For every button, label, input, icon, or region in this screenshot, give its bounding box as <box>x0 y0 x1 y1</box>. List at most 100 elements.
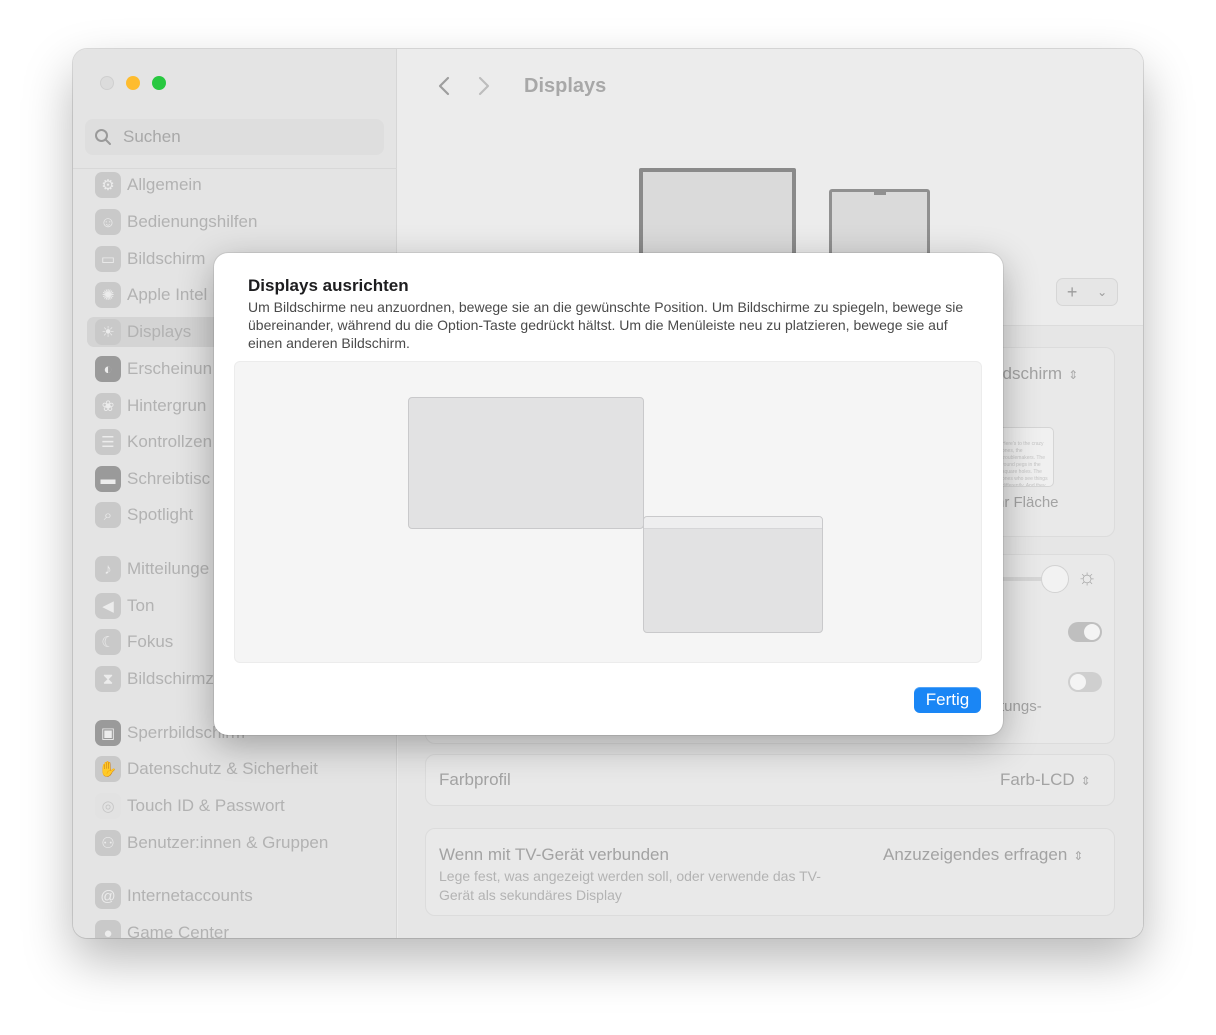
sidebar-item-spotlight[interactable]: ⌕ Spotlight <box>95 500 193 530</box>
accessibility-icon: ☺ <box>95 209 121 235</box>
sidebar-item-label: Datenschutz & Sicherheit <box>127 759 318 778</box>
chevron-right-icon <box>478 76 490 96</box>
lock-icon: ▣ <box>95 720 121 746</box>
sidebar-item-benutzer[interactable]: ⚇ Benutzer:innen & Gruppen <box>95 828 328 858</box>
sidebar-item-label: Kontrollzen <box>127 432 213 451</box>
speaker-icon: ◀ <box>95 593 121 619</box>
search-input[interactable]: Suchen <box>123 127 181 147</box>
sidebar-item-label: Touch ID & Passwort <box>127 796 285 815</box>
forward-button[interactable] <box>464 71 504 101</box>
control-center-icon: ☰ <box>95 429 121 455</box>
sidebar-item-datenschutz[interactable]: ✋ Datenschutz & Sicherheit <box>95 754 318 784</box>
sun-icon: ☼ <box>1077 564 1098 589</box>
minimize-button[interactable] <box>126 76 140 90</box>
sidebar-item-allgemein[interactable]: ⚙ Allgemein <box>95 170 202 200</box>
color-profile-select[interactable]: Farb-LCD ⇕ <box>1000 770 1091 790</box>
true-tone-toggle[interactable] <box>1068 672 1102 692</box>
sidebar-item-label: Erscheinun <box>127 359 213 378</box>
close-button[interactable] <box>100 76 114 90</box>
auto-brightness-toggle[interactable] <box>1068 622 1102 642</box>
gear-icon: ⚙ <box>95 172 121 198</box>
sidebar-item-label: Spotlight <box>127 505 194 524</box>
sidebar-item-label: Internetaccounts <box>127 886 253 905</box>
appearance-icon: ◐ <box>95 356 121 382</box>
toolbar: Displays <box>424 71 606 101</box>
sidebar-item-label: Bedienungshilfen <box>127 212 258 231</box>
search-icon <box>95 129 111 145</box>
sidebar-item-mitteilungen[interactable]: ♪ Mitteilunge <box>95 554 209 584</box>
sidebar-item-ton[interactable]: ◀ Ton <box>95 591 154 621</box>
moon-icon: ☾ <box>95 629 121 655</box>
sidebar-item-label: Benutzer:innen & Gruppen <box>127 833 329 852</box>
chevron-down-icon: ⌄ <box>1097 285 1108 299</box>
color-profile-label: Farbprofil <box>439 770 511 789</box>
sidebar-item-label: Apple Intel <box>127 285 208 304</box>
updown-icon: ⇕ <box>1080 773 1091 788</box>
hourglass-icon: ⧗ <box>95 666 121 692</box>
sidebar-item-label: Fokus <box>127 632 174 651</box>
updown-icon: ⇕ <box>1073 848 1084 863</box>
sidebar-item-label: Bildschirmz <box>127 669 214 688</box>
sidebar-item-bedienungshilfen[interactable]: ☺ Bedienungshilfen <box>95 207 257 237</box>
sidebar-item-label: Schreibtisc <box>127 469 211 488</box>
sidebar-item-bildschirm[interactable]: ▭ Bildschirm <box>95 244 205 274</box>
sidebar-item-internetaccounts[interactable]: @ Internetaccounts <box>95 881 253 911</box>
done-button[interactable]: Fertig <box>914 687 981 713</box>
sidebar-item-hintergrund[interactable]: ❀ Hintergrun <box>95 391 206 421</box>
dialog-title: Displays ausrichten <box>248 276 409 295</box>
wallpaper-icon: ❀ <box>95 393 121 419</box>
more-space-label: hr Fläche <box>996 494 1059 511</box>
search-field[interactable]: Suchen <box>85 119 384 155</box>
sidebar-item-kontrollzentrum[interactable]: ☰ Kontrollzen <box>95 427 212 457</box>
partial-label: tungs- <box>1000 698 1042 715</box>
updown-icon: ⇕ <box>1068 367 1079 382</box>
sidebar-item-bildschirmzeit[interactable]: ⧗ Bildschirmz <box>95 664 214 694</box>
menu-bar-indicator[interactable] <box>644 517 822 529</box>
magnifier-icon: ⌕ <box>95 502 121 528</box>
sidebar-item-fokus[interactable]: ☾ Fokus <box>95 627 173 657</box>
sidebar-item-game-center[interactable]: ● Game Center <box>95 918 229 938</box>
page-title: Displays <box>524 74 607 97</box>
tv-card: Wenn mit TV-Gerät verbunden Anzuzeigende… <box>425 828 1115 916</box>
apple-intelligence-icon: ✺ <box>95 282 121 308</box>
window-controls <box>100 76 166 90</box>
more-space-thumbnail[interactable]: Here's to the crazy ones, the troublemak… <box>998 427 1054 487</box>
brightness-slider-track[interactable] <box>998 577 1044 581</box>
sidebar-item-label: Allgemein <box>127 175 202 194</box>
back-button[interactable] <box>424 71 464 101</box>
desktop-icon: ▬ <box>95 466 121 492</box>
brightness-slider-knob[interactable] <box>1041 565 1069 593</box>
sidebar-item-label: Ton <box>127 596 155 615</box>
hand-icon: ✋ <box>95 756 121 782</box>
sidebar-item-schreibtisch[interactable]: ▬ Schreibtisc <box>95 464 210 494</box>
at-icon: @ <box>95 883 121 909</box>
sidebar-divider <box>73 168 397 169</box>
dialog-description: Um Bildschirme neu anzuordnen, bewege si… <box>248 299 964 351</box>
display-b-thumbnail[interactable] <box>643 516 823 633</box>
sidebar-item-erscheinungsbild[interactable]: ◐ Erscheinun <box>95 354 212 384</box>
sidebar-item-touch-id[interactable]: ◎ Touch ID & Passwort <box>95 791 285 821</box>
tv-select[interactable]: Anzuzeigendes erfragen ⇕ <box>883 845 1083 865</box>
sidebar-item-label: Mitteilunge <box>127 559 210 578</box>
bell-icon: ♪ <box>95 556 121 582</box>
plus-icon: + <box>1066 281 1078 302</box>
display-arrangement-area <box>234 361 982 663</box>
display-a-thumbnail[interactable] <box>408 397 644 529</box>
chevron-left-icon <box>438 76 450 96</box>
tv-sublabel: Lege fest, was angezeigt werden soll, od… <box>439 868 821 903</box>
sidebar-item-label: Bildschirm <box>127 249 206 268</box>
users-icon: ⚇ <box>95 830 121 856</box>
sidebar-item-label: Game Center <box>127 923 230 938</box>
fingerprint-icon: ◎ <box>95 793 121 819</box>
sidebar-item-apple-intelligence[interactable]: ✺ Apple Intel <box>95 280 207 310</box>
color-profile-card: Farbprofil Farb-LCD ⇕ <box>425 754 1115 806</box>
sun-icon: ☀ <box>95 319 121 345</box>
screen-icon: ▭ <box>95 246 121 272</box>
add-display-button[interactable]: + ⌄ <box>1056 278 1118 306</box>
maximize-button[interactable] <box>152 76 166 90</box>
sidebar-item-label: Displays <box>127 322 192 341</box>
game-center-icon: ● <box>95 920 121 938</box>
arrange-displays-dialog: Displays ausrichten Um Bildschirme neu a… <box>214 253 1003 735</box>
tv-label: Wenn mit TV-Gerät verbunden <box>439 845 669 864</box>
main-display-select[interactable]: ildschirm ⇕ <box>995 364 1078 384</box>
